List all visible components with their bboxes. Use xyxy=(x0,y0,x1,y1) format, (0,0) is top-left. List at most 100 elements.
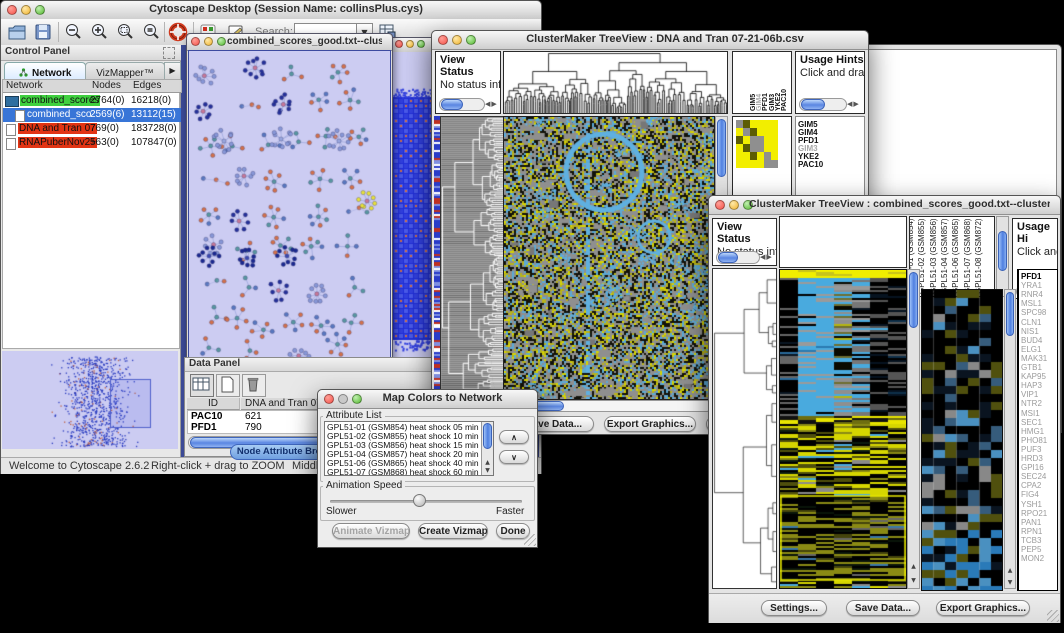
treeview1-title-bar[interactable]: ClusterMaker TreeView : DNA and Tran 07-… xyxy=(432,31,868,50)
row-dendrogram-canvas[interactable] xyxy=(440,116,504,400)
gene-label[interactable]: MSL1 xyxy=(1021,299,1042,308)
network-view-title-bar[interactable]: combined_scores_good.txt--cluste... xyxy=(187,34,392,51)
gene-label[interactable]: RPO21 xyxy=(1021,509,1047,518)
gene-label[interactable]: PAN1 xyxy=(1021,518,1041,527)
gene-label[interactable]: HMG1 xyxy=(1021,427,1044,436)
data-row-value[interactable]: 621 xyxy=(245,411,262,422)
attribute-table-icon[interactable] xyxy=(190,374,214,397)
gene-label[interactable]: NIS1 xyxy=(1021,327,1039,336)
resize-grip[interactable] xyxy=(1047,610,1059,622)
gene-label[interactable]: SEC24 xyxy=(1021,472,1046,481)
scroll-down-icon[interactable]: ▼ xyxy=(482,467,493,474)
tab-vizmapper[interactable]: VizMapper™ xyxy=(85,62,165,79)
close-button[interactable] xyxy=(324,394,334,404)
gene-label[interactable]: HAP3 xyxy=(1021,381,1042,390)
attribute-list-item[interactable]: GPL51-07 (GSM868) heat shock 60 min xyxy=(327,468,480,476)
gene-label[interactable]: GTB1 xyxy=(1021,363,1042,372)
gene-label[interactable]: ELG1 xyxy=(1021,345,1041,354)
gene-label[interactable]: SPC98 xyxy=(1021,308,1046,317)
gene-label[interactable]: YRA1 xyxy=(1021,281,1042,290)
network-list-item[interactable]: RNAPuberNov2+ 563(0) 107847(0) xyxy=(3,136,181,150)
tab-network[interactable]: Network xyxy=(4,62,86,79)
network-list-item[interactable]: combined_scores 2764(0) 16218(0) xyxy=(3,94,181,108)
scroll-left-icon[interactable]: ◀ xyxy=(847,100,852,108)
list-vscrollbar[interactable]: ▲ ▼ xyxy=(481,422,493,475)
open-file-icon[interactable] xyxy=(7,22,27,42)
scroll-right-icon[interactable]: ▶ xyxy=(766,253,771,261)
resize-grip[interactable] xyxy=(524,534,536,546)
gene-label[interactable]: KAP95 xyxy=(1021,372,1046,381)
dense-cluster-canvas[interactable] xyxy=(393,52,435,366)
heatmap-canvas[interactable] xyxy=(503,116,715,400)
gene-label[interactable]: MAK31 xyxy=(1021,354,1047,363)
column-header-nodes[interactable]: Nodes xyxy=(90,80,132,93)
data-column-id[interactable]: ID xyxy=(187,398,240,410)
delete-attribute-trash-icon[interactable] xyxy=(242,374,266,397)
zoom-button[interactable] xyxy=(217,37,226,46)
scroll-down-icon[interactable]: ▼ xyxy=(908,577,919,584)
speed-slider-track[interactable] xyxy=(330,500,522,503)
tab-overflow-chevron-icon[interactable]: ▶ xyxy=(164,62,181,80)
column-header-network[interactable]: Network xyxy=(3,80,91,93)
gene-label[interactable]: PHO81 xyxy=(1021,436,1047,445)
animate-vizmap-button[interactable]: Animate Vizmap xyxy=(332,523,410,539)
minimize-button[interactable] xyxy=(204,37,213,46)
birds-eye-view[interactable] xyxy=(2,351,178,449)
network-list-item-selected[interactable]: combined_sco 2569(6) 13112(15) xyxy=(3,108,181,122)
minimize-button[interactable] xyxy=(729,200,739,210)
gene-label[interactable]: RNR4 xyxy=(1021,290,1043,299)
scroll-down-icon[interactable]: ▼ xyxy=(1005,579,1015,586)
column-header-edges[interactable]: Edges xyxy=(131,80,182,93)
heatmap-vscrollbar[interactable]: ▲ ▼ xyxy=(907,269,920,589)
gene-label[interactable]: FIG4 xyxy=(1021,490,1039,499)
gene-label[interactable]: VIP1 xyxy=(1021,390,1038,399)
settings-button[interactable]: Settings... xyxy=(761,600,827,616)
zoom-in-icon[interactable] xyxy=(89,22,109,42)
main-title-bar[interactable]: Cytoscape Desktop (Session Name: collins… xyxy=(1,1,541,20)
view-status-scrollbar[interactable] xyxy=(439,98,485,111)
help-lifesaver-icon[interactable] xyxy=(168,22,188,42)
speed-slider-thumb[interactable] xyxy=(413,494,426,507)
gene-label[interactable]: CPA2 xyxy=(1021,481,1041,490)
scroll-up-icon[interactable]: ▲ xyxy=(908,563,919,570)
zoom-button[interactable] xyxy=(417,40,425,48)
gene-label[interactable]: TCB3 xyxy=(1021,536,1041,545)
float-panel-icon[interactable] xyxy=(163,47,175,59)
gene-label[interactable]: BUD4 xyxy=(1021,336,1042,345)
close-button[interactable] xyxy=(438,35,448,45)
scroll-right-icon[interactable]: ▶ xyxy=(853,100,858,108)
close-button[interactable] xyxy=(191,37,200,46)
view-status-scrollbar[interactable] xyxy=(716,251,760,264)
gene-label[interactable]: MSI1 xyxy=(1021,409,1040,418)
network-canvas[interactable] xyxy=(188,50,391,364)
close-button[interactable] xyxy=(715,200,725,210)
gene-label[interactable]: HRD3 xyxy=(1021,454,1043,463)
scroll-right-icon[interactable]: ▶ xyxy=(491,100,496,108)
gene-label[interactable]: SEC1 xyxy=(1021,418,1042,427)
export-graphics-button[interactable]: Export Graphics... xyxy=(936,600,1030,616)
data-row-value[interactable]: 790 xyxy=(245,422,262,433)
minimize-button[interactable] xyxy=(21,5,31,15)
gene-label[interactable]: CLN1 xyxy=(1021,318,1041,327)
scroll-left-icon[interactable]: ◀ xyxy=(760,253,765,261)
create-vizmap-button[interactable]: Create Vizmap xyxy=(418,523,488,539)
minimize-button[interactable] xyxy=(338,394,348,404)
move-down-button[interactable]: ∨ xyxy=(499,450,529,464)
data-row-id[interactable]: PAC10 xyxy=(191,411,223,422)
save-icon[interactable] xyxy=(33,22,53,42)
gene-label[interactable]: YSH1 xyxy=(1021,500,1042,509)
gene-label[interactable]: NTR2 xyxy=(1021,399,1042,408)
gene-label[interactable]: PEP5 xyxy=(1021,545,1041,554)
move-up-button[interactable]: ∧ xyxy=(499,430,529,444)
column-dendrogram-canvas[interactable] xyxy=(504,52,727,113)
zoom-fit-icon[interactable] xyxy=(115,22,135,42)
new-attribute-icon[interactable] xyxy=(216,374,240,397)
network-list-item[interactable]: DNA and Tran 07 769(0) 183728(0) xyxy=(3,122,181,136)
column-labels-vscrollbar[interactable] xyxy=(996,216,1009,297)
gene-label[interactable]: RPN1 xyxy=(1021,527,1042,536)
scroll-up-icon[interactable]: ▲ xyxy=(482,459,493,466)
gene-label[interactable]: GPI16 xyxy=(1021,463,1044,472)
zoom-selected-icon[interactable] xyxy=(141,22,161,42)
minimize-button[interactable] xyxy=(406,40,414,48)
save-data-button[interactable]: Save Data... xyxy=(846,600,920,616)
